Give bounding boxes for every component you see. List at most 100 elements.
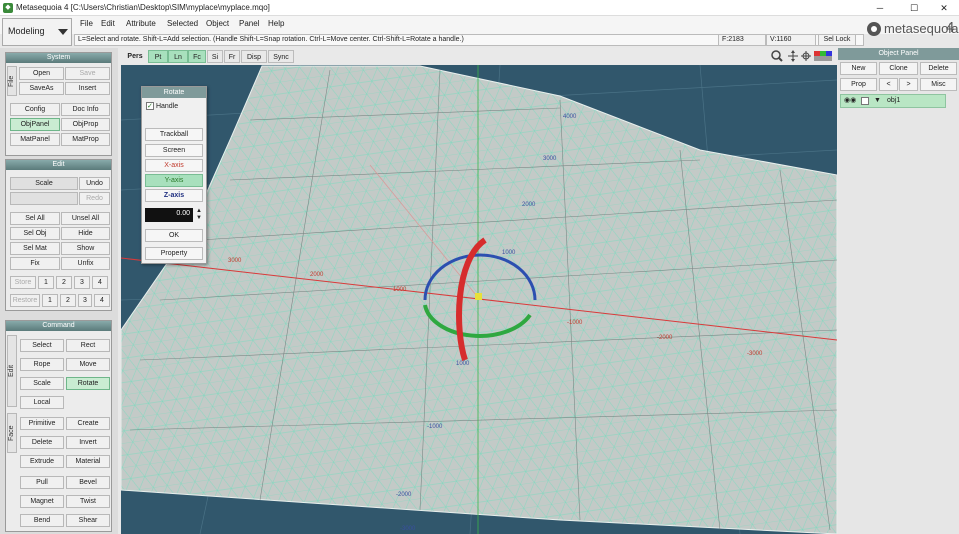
create-tool-button[interactable]: Create <box>66 417 110 430</box>
menu-help[interactable]: Help <box>268 19 284 28</box>
twist-tool-button[interactable]: Twist <box>66 495 110 508</box>
hide-button[interactable]: Hide <box>61 227 110 240</box>
point-display-toggle[interactable]: Pt <box>148 50 168 63</box>
objpanel-button[interactable]: ObjPanel <box>10 118 60 131</box>
rotation-center-handle[interactable] <box>475 293 482 300</box>
sel-lock-button[interactable]: Sel Lock <box>818 34 856 46</box>
extrude-tool-button[interactable]: Extrude <box>20 455 64 468</box>
misc-button[interactable]: Misc <box>920 78 957 91</box>
open-button[interactable]: Open <box>19 67 64 80</box>
y-axis-button[interactable]: Y-axis <box>145 174 203 187</box>
rect-tool-button[interactable]: Rect <box>66 339 110 352</box>
selall-button[interactable]: Sel All <box>10 212 60 225</box>
magnifier-icon[interactable] <box>771 50 783 62</box>
select-tool-button[interactable]: Select <box>20 339 64 352</box>
undo-button[interactable]: Undo <box>79 177 110 190</box>
restore-2-button[interactable]: 2 <box>60 294 76 307</box>
unselall-button[interactable]: Unsel All <box>61 212 110 225</box>
scale-button[interactable]: Scale <box>10 177 78 190</box>
front-toggle[interactable]: Fr <box>224 50 240 63</box>
rotate-tool-button[interactable]: Rotate <box>66 377 110 390</box>
invert-tool-button[interactable]: Invert <box>66 436 110 449</box>
store-4-button[interactable]: 4 <box>92 276 108 289</box>
local-tool-button[interactable]: Local <box>20 396 64 409</box>
store-2-button[interactable]: 2 <box>56 276 72 289</box>
selobj-button[interactable]: Sel Obj <box>10 227 60 240</box>
menu-selected[interactable]: Selected <box>167 19 198 28</box>
property-button[interactable]: Property <box>145 247 203 260</box>
matprop-button[interactable]: MatProp <box>61 133 110 146</box>
menu-object[interactable]: Object <box>206 19 229 28</box>
viewport-scene[interactable]: 3000 2000 1000 -1000 -2000 -3000 4000 30… <box>121 65 837 534</box>
expand-icon[interactable]: ▼ <box>874 95 881 107</box>
selmat-button[interactable]: Sel Mat <box>10 242 60 255</box>
3d-viewport[interactable]: 3000 2000 1000 -1000 -2000 -3000 4000 30… <box>121 65 837 534</box>
bevel-tool-button[interactable]: Bevel <box>66 476 110 489</box>
store-1-button[interactable]: 1 <box>38 276 54 289</box>
pull-tool-button[interactable]: Pull <box>20 476 64 489</box>
trackball-button[interactable]: Trackball <box>145 128 203 141</box>
checkbox-icon[interactable]: ✓ <box>146 102 154 110</box>
color-icon[interactable] <box>814 51 832 61</box>
spin-up-icon[interactable]: ▲ <box>196 208 202 214</box>
saveas-button[interactable]: SaveAs <box>19 82 64 95</box>
store-button[interactable]: Store <box>10 276 36 289</box>
menu-panel[interactable]: Panel <box>239 19 259 28</box>
docinfo-button[interactable]: Doc Info <box>61 103 110 116</box>
show-button[interactable]: Show <box>61 242 110 255</box>
delete-tool-button[interactable]: Delete <box>20 436 64 449</box>
store-3-button[interactable]: 3 <box>74 276 90 289</box>
magnet-tool-button[interactable]: Magnet <box>20 495 64 508</box>
spin-down-icon[interactable]: ▼ <box>196 215 202 221</box>
menu-file[interactable]: File <box>80 19 93 28</box>
primitive-tool-button[interactable]: Primitive <box>20 417 64 430</box>
angle-spinner[interactable]: ▲ ▼ <box>195 208 203 222</box>
object-row[interactable]: ◉◉ ▼ obj1 <box>840 94 946 108</box>
menu-edit[interactable]: Edit <box>101 19 115 28</box>
visibility-icon[interactable]: ◉◉ <box>844 95 856 107</box>
save-button[interactable]: Save <box>65 67 110 80</box>
restore-3-button[interactable]: 3 <box>78 294 92 307</box>
lock-checkbox[interactable] <box>861 97 869 105</box>
scale-tool-button[interactable]: Scale <box>20 377 64 390</box>
chevron-down-icon[interactable] <box>58 29 68 35</box>
perspective-toggle[interactable]: Pers <box>124 50 146 63</box>
silhouette-toggle[interactable]: Si <box>207 50 223 63</box>
minimize-button[interactable]: ─ <box>866 1 894 15</box>
shear-tool-button[interactable]: Shear <box>66 514 110 527</box>
close-button[interactable]: ✕ <box>930 1 958 15</box>
prop-button[interactable]: Prop <box>840 78 877 91</box>
restore-button[interactable]: Restore <box>10 294 40 307</box>
line-display-toggle[interactable]: Ln <box>168 50 188 63</box>
screen-button[interactable]: Screen <box>145 144 203 157</box>
next-button[interactable]: > <box>899 78 918 91</box>
clone-object-button[interactable]: Clone <box>879 62 918 75</box>
handle-checkbox[interactable]: ✓ Handle <box>146 102 178 110</box>
new-object-button[interactable]: New <box>840 62 877 75</box>
restore-4-button[interactable]: 4 <box>94 294 110 307</box>
z-axis-button[interactable]: Z-axis <box>145 189 203 202</box>
sync-toggle[interactable]: Sync <box>268 50 294 63</box>
x-axis-button[interactable]: X-axis <box>145 159 203 172</box>
bend-tool-button[interactable]: Bend <box>20 514 64 527</box>
fix-button[interactable]: Fix <box>10 257 60 270</box>
unfix-button[interactable]: Unfix <box>61 257 110 270</box>
material-tool-button[interactable]: Material <box>66 455 110 468</box>
maximize-button[interactable]: ☐ <box>900 1 928 15</box>
redo-button[interactable]: Redo <box>79 192 110 205</box>
move-tool-button[interactable]: Move <box>66 358 110 371</box>
face-display-toggle[interactable]: Fc <box>188 50 206 63</box>
insert-button[interactable]: Insert <box>65 82 110 95</box>
angle-input[interactable]: 0.00 <box>145 208 193 222</box>
matpanel-button[interactable]: MatPanel <box>10 133 60 146</box>
objprop-button[interactable]: ObjProp <box>61 118 110 131</box>
pan-icon[interactable] <box>788 50 798 62</box>
prev-button[interactable]: < <box>879 78 898 91</box>
menu-attribute[interactable]: Attribute <box>126 19 156 28</box>
display-options-button[interactable]: Disp <box>241 50 267 63</box>
ok-button[interactable]: OK <box>145 229 203 242</box>
restore-1-button[interactable]: 1 <box>42 294 58 307</box>
delete-object-button[interactable]: Delete <box>920 62 957 75</box>
config-button[interactable]: Config <box>10 103 60 116</box>
rotate-view-icon[interactable] <box>801 51 811 61</box>
